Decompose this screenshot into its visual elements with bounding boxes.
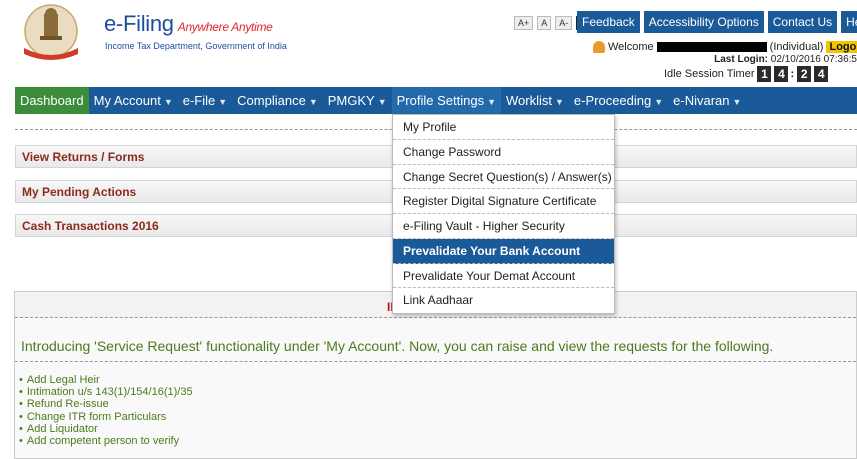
service-request-list: Add Legal Heir Intimation u/s 143(1)/154…: [19, 374, 193, 447]
accessibility-options-link[interactable]: Accessibility Options: [643, 11, 764, 33]
welcome-bar: Welcome (Individual) Logout: [593, 41, 857, 53]
list-item: Add Liquidator: [19, 423, 193, 435]
font-decrease-button[interactable]: A-: [555, 16, 573, 30]
nav-e-file[interactable]: e-File ▼: [178, 87, 232, 114]
nav-profile-settings[interactable]: Profile Settings ▼: [391, 87, 501, 114]
timer-digit: 1: [757, 66, 772, 82]
idle-session-timer: Idle Session Timer 1 4 : 2 4: [664, 66, 829, 82]
menu-item-link-aadhaar[interactable]: Link Aadhaar: [393, 288, 614, 313]
list-item: Change ITR form Particulars: [19, 411, 193, 423]
panel-title: My Pending Actions: [22, 185, 137, 199]
list-item: Intimation u/s 143(1)/154/16(1)/35: [19, 386, 193, 398]
nav-pmgky[interactable]: PMGKY ▼: [323, 87, 392, 114]
profile-settings-dropdown: My Profile Change Password Change Secret…: [392, 114, 615, 314]
last-login-value: 02/10/2016 07:36:5: [770, 54, 857, 65]
list-item: Add competent person to verify: [19, 435, 193, 447]
chevron-down-icon: ▼: [377, 97, 387, 107]
timer-digit: 2: [797, 66, 812, 82]
contact-us-link[interactable]: Contact Us: [767, 11, 838, 33]
menu-item-my-profile[interactable]: My Profile: [393, 115, 614, 140]
chevron-down-icon: ▼: [218, 97, 228, 107]
nav-worklist[interactable]: Worklist ▼: [501, 87, 569, 114]
user-icon: [593, 41, 605, 53]
font-normal-button[interactable]: A: [537, 16, 552, 30]
nav-compliance[interactable]: Compliance ▼: [232, 87, 323, 114]
divider: [15, 361, 856, 362]
nav-e-proceeding[interactable]: e-Proceeding ▼: [569, 87, 668, 114]
nav-label: My Account: [93, 93, 161, 108]
menu-item-change-password[interactable]: Change Password: [393, 140, 614, 165]
welcome-label: Welcome: [608, 41, 654, 53]
timer-colon: :: [790, 68, 795, 80]
user-role: (Individual): [769, 41, 824, 53]
nav-dashboard[interactable]: Dashboard: [15, 87, 89, 114]
idle-timer-label: Idle Session Timer: [664, 68, 755, 80]
nav-label: e-Nivaran: [673, 93, 730, 108]
panel-title: Cash Transactions 2016: [22, 219, 159, 233]
brand-name: e-Filing: [104, 11, 174, 36]
font-increase-button[interactable]: A+: [514, 16, 534, 30]
timer-digit: 4: [774, 66, 789, 82]
chevron-down-icon: ▼: [163, 97, 173, 107]
chevron-down-icon: ▼: [487, 97, 496, 107]
nav-my-account[interactable]: My Account ▼: [89, 87, 178, 114]
panel-title: View Returns / Forms: [22, 150, 145, 164]
nav-label: PMGKY: [327, 93, 375, 108]
brand-subtitle: Income Tax Department, Government of Ind…: [105, 41, 287, 51]
notice-box: II Introducing 'Service Request' functio…: [14, 291, 857, 459]
nav-label: e-File: [182, 93, 216, 108]
help-link[interactable]: Help: [841, 11, 857, 33]
notice-intro: Introducing 'Service Request' functional…: [21, 338, 774, 354]
brand-tagline: Anywhere Anytime: [177, 20, 273, 34]
list-item: Add Legal Heir: [19, 374, 193, 386]
main-nav: Dashboard My Account ▼ e-File ▼ Compliance…: [15, 87, 857, 114]
feedback-link[interactable]: Feedback: [577, 11, 640, 33]
nav-label: Profile Settings: [396, 93, 485, 108]
last-login: Last Login: 02/10/2016 07:36:5: [714, 54, 857, 65]
nav-label: Compliance: [237, 93, 306, 108]
nav-e-nivaran[interactable]: e-Nivaran ▼: [668, 87, 746, 114]
list-item: Refund Re-issue: [19, 398, 193, 410]
chevron-down-icon: ▼: [308, 97, 318, 107]
chevron-down-icon: ▼: [732, 97, 742, 107]
nav-label: Worklist: [506, 93, 552, 108]
menu-item-efiling-vault[interactable]: e-Filing Vault - Higher Security: [393, 214, 614, 239]
brand-title[interactable]: e-Filing Anywhere Anytime: [104, 11, 273, 37]
nav-label: e-Proceeding: [573, 93, 652, 108]
logout-button[interactable]: Logout: [826, 41, 857, 53]
menu-item-register-dsc[interactable]: Register Digital Signature Certificate: [393, 189, 614, 214]
redacted-username: [656, 42, 767, 52]
chevron-down-icon: ▼: [654, 97, 664, 107]
chevron-down-icon: ▼: [554, 97, 564, 107]
header: e-Filing Anywhere Anytime Income Tax Depa…: [0, 0, 857, 84]
menu-item-prevalidate-bank[interactable]: Prevalidate Your Bank Account: [393, 238, 614, 264]
menu-item-prevalidate-demat[interactable]: Prevalidate Your Demat Account: [393, 264, 614, 289]
emblem-logo-icon: [24, 4, 78, 60]
nav-label: Dashboard: [20, 93, 84, 108]
menu-item-change-secret-question[interactable]: Change Secret Question(s) / Answer(s): [393, 165, 614, 190]
last-login-label: Last Login:: [714, 54, 769, 65]
top-links: Feedback Accessibility Options Contact U…: [577, 11, 857, 33]
timer-digit: 4: [814, 66, 829, 82]
